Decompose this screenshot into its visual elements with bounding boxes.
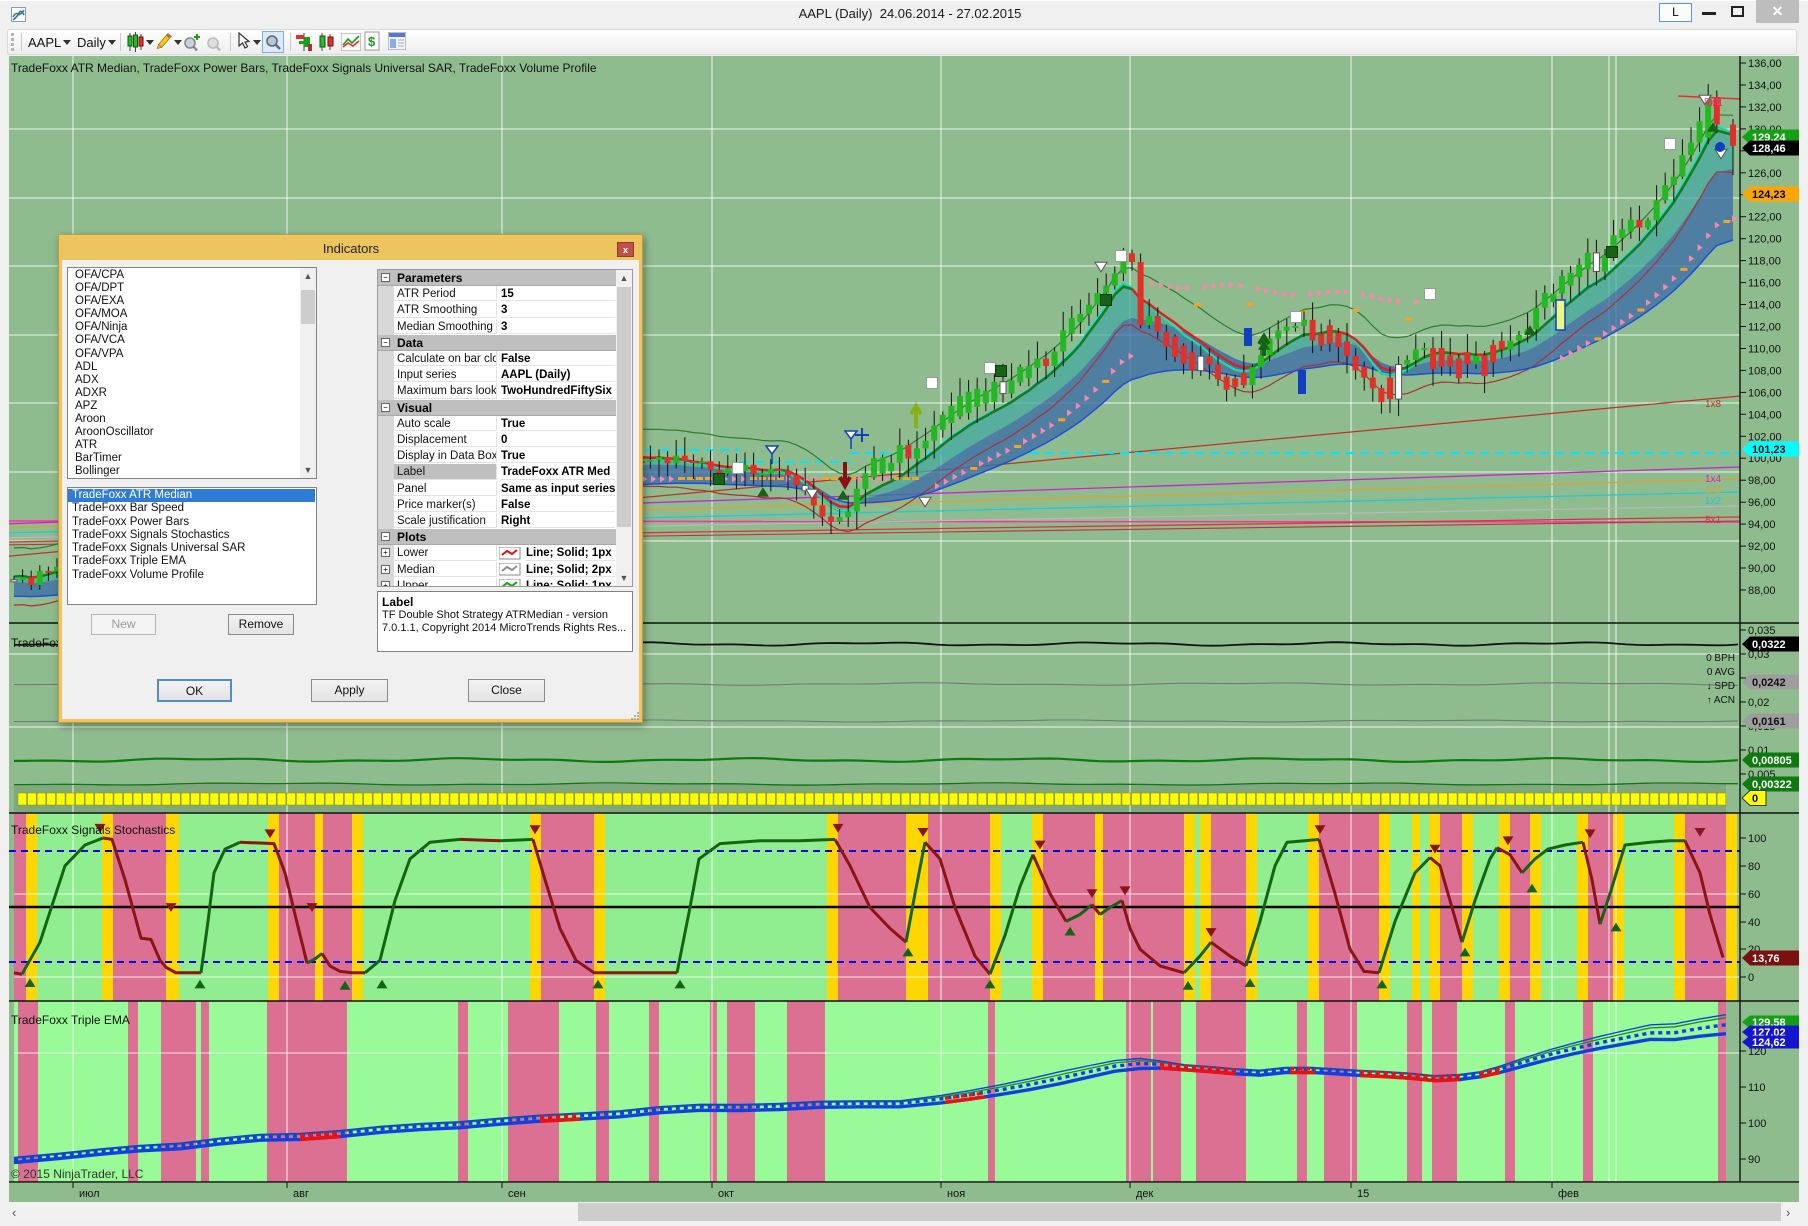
svg-text:136,00: 136,00	[1748, 58, 1782, 70]
svg-text:101,23: 101,23	[1752, 444, 1786, 456]
svg-text:110,00: 110,00	[1748, 344, 1781, 356]
svg-text:108,00: 108,00	[1748, 365, 1782, 377]
svg-text:90,00: 90,00	[1748, 563, 1776, 575]
svg-text:124,23: 124,23	[1752, 189, 1786, 201]
svg-text:90: 90	[1748, 1154, 1760, 1166]
svg-text:0,0161: 0,0161	[1752, 716, 1786, 728]
svg-text:100: 100	[1748, 833, 1766, 845]
svg-text:122,00: 122,00	[1748, 212, 1782, 224]
svg-text:↓ SPD: ↓ SPD	[1707, 681, 1735, 692]
svg-text:0: 0	[1748, 972, 1754, 984]
svg-text:0,0242: 0,0242	[1752, 677, 1786, 689]
svg-text:98,00: 98,00	[1748, 475, 1776, 487]
svg-text:0,035: 0,035	[1748, 625, 1776, 637]
svg-text:13,76: 13,76	[1752, 953, 1780, 965]
svg-text:↑ ACN: ↑ ACN	[1707, 695, 1735, 706]
svg-text:0: 0	[1752, 793, 1758, 805]
svg-text:80: 80	[1748, 861, 1760, 873]
svg-text:120,00: 120,00	[1748, 234, 1782, 246]
svg-text:фев: фев	[1558, 1188, 1579, 1200]
svg-text:110: 110	[1748, 1082, 1766, 1094]
svg-text:40: 40	[1748, 917, 1760, 929]
svg-text:60: 60	[1748, 889, 1760, 901]
svg-text:114,00: 114,00	[1748, 300, 1781, 312]
svg-text:15: 15	[1357, 1188, 1369, 1200]
svg-text:8x1: 8x1	[1707, 98, 1724, 109]
svg-text:0 AVG: 0 AVG	[1707, 667, 1735, 678]
svg-text:8x1: 8x1	[1705, 515, 1722, 526]
svg-text:© 2015 NinjaTrader, LLC: © 2015 NinjaTrader, LLC	[11, 1167, 144, 1181]
svg-text:дек: дек	[1136, 1188, 1154, 1200]
svg-text:авг: авг	[293, 1188, 309, 1200]
svg-text:0,00322: 0,00322	[1752, 779, 1792, 791]
svg-text:118,00: 118,00	[1748, 256, 1781, 268]
svg-text:96,00: 96,00	[1748, 497, 1776, 509]
svg-text:0,0322: 0,0322	[1752, 639, 1786, 651]
svg-text:окт: окт	[718, 1188, 734, 1200]
svg-text:134,00: 134,00	[1748, 80, 1782, 92]
svg-text:124,62: 124,62	[1752, 1037, 1786, 1049]
svg-text:92,00: 92,00	[1748, 541, 1776, 553]
svg-text:104,00: 104,00	[1748, 409, 1782, 421]
svg-text:TradeFoxx Triple EMA: TradeFoxx Triple EMA	[11, 1013, 130, 1027]
svg-text:112,00: 112,00	[1748, 322, 1781, 334]
svg-text:100: 100	[1748, 1118, 1766, 1130]
svg-text:132,00: 132,00	[1748, 102, 1782, 114]
svg-text:июл: июл	[79, 1188, 100, 1200]
svg-text:94,00: 94,00	[1748, 519, 1776, 531]
svg-text:TradeFoxx Signals Stochastics: TradeFoxx Signals Stochastics	[11, 823, 175, 837]
svg-text:0,00805: 0,00805	[1752, 755, 1792, 767]
svg-text:1x4: 1x4	[1705, 474, 1722, 485]
svg-text:1x3: 1x3	[1705, 485, 1722, 496]
svg-text:$: $	[368, 34, 376, 49]
svg-text:128,46: 128,46	[1752, 143, 1786, 155]
svg-text:TradeFoxx ATR Median, TradeFox: TradeFoxx ATR Median, TradeFoxx Power Ba…	[11, 61, 597, 75]
svg-text:126,00: 126,00	[1748, 168, 1782, 180]
svg-text:1x8: 1x8	[1705, 399, 1722, 410]
svg-text:0 BPH: 0 BPH	[1706, 653, 1735, 664]
svg-text:сен: сен	[508, 1188, 526, 1200]
svg-text:116,00: 116,00	[1748, 278, 1781, 290]
svg-text:106,00: 106,00	[1748, 387, 1782, 399]
svg-text:0,02: 0,02	[1748, 697, 1769, 709]
svg-text:88,00: 88,00	[1748, 585, 1776, 597]
svg-text:ноя: ноя	[947, 1188, 965, 1200]
